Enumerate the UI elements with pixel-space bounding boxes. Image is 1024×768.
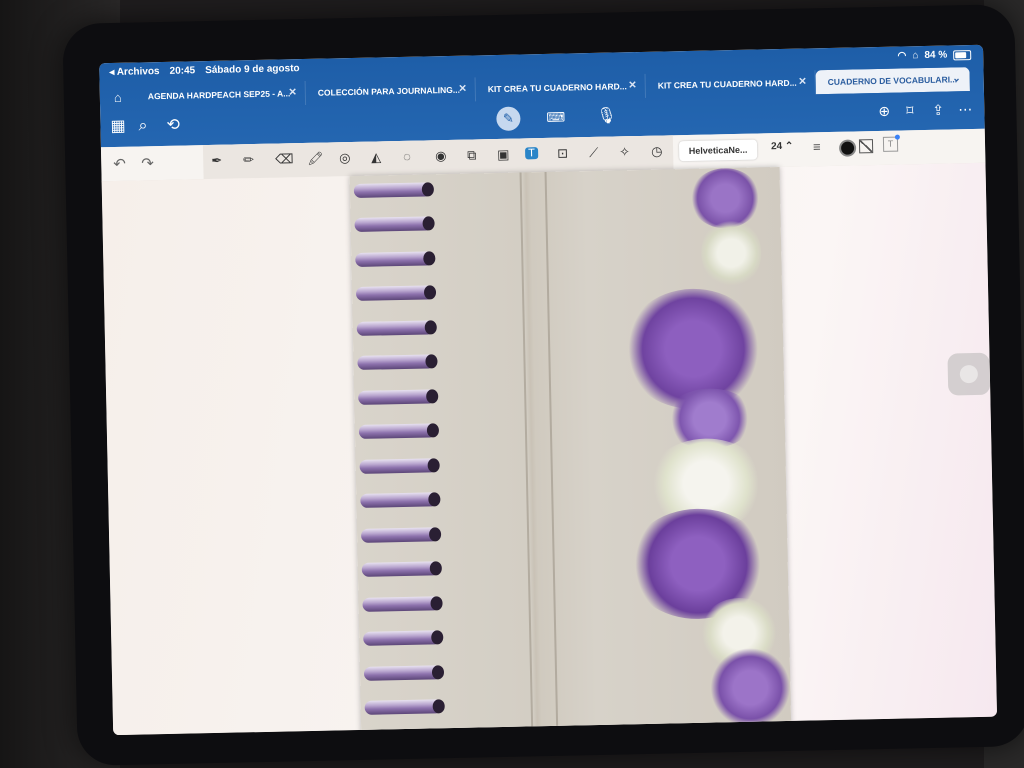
element-icon[interactable]: ◉ [435,148,447,164]
microphone-icon[interactable]: 🎙︎ [596,107,617,125]
shapes-fill-icon[interactable]: ◭ [371,149,381,165]
tab-label: KIT CREA TU CUADERNO HARD... [487,81,627,95]
tab-label: AGENDA HARDPEACH SEP25 - A... [147,88,291,102]
tablet-screen: ◂ Archivos 20:45 Sábado 9 de agosto ◠ ⌂ … [99,44,998,736]
eraser-icon[interactable]: ⌫ [275,151,294,167]
spiral-ring [358,389,437,405]
stepper-icon: ⌃ [784,140,794,152]
tab-label: COLECCIÓN PARA JOURNALING... [317,84,461,98]
no-fill-icon[interactable] [858,139,874,154]
spiral-ring [362,596,441,612]
color-swatch[interactable] [838,139,857,157]
share-icon[interactable]: ⇪ [932,101,944,119]
plank-seam [519,172,534,733]
undo-icon[interactable]: ↶ [113,155,126,173]
grid-icon[interactable]: ▦ [110,118,125,136]
battery-icon [953,49,972,60]
wifi-icon: ◠ [897,50,907,62]
tab-label: KIT CREA TU CUADERNO HARD... [657,77,797,91]
spiral-ring [353,182,433,198]
battery-percent: 84 % [924,49,948,62]
camera-icon[interactable]: ⊡ [557,145,568,161]
font-picker[interactable]: HelveticaNe... [678,139,758,162]
assistive-touch-button[interactable] [947,352,991,396]
document-tab[interactable]: KIT CREA TU CUADERNO HARD... ✕ [645,70,816,98]
spiral-ring [357,354,436,370]
lasso-select-icon[interactable]: ⟲ [166,117,180,135]
spiral-ring [354,216,433,232]
flower-decoration [620,167,792,730]
spiral-ring [361,561,440,577]
plank-seam [544,171,559,732]
text-tool-icon[interactable]: T [525,147,539,160]
highlighter-icon[interactable]: 🖍︎ [307,151,324,167]
lock-icon: ⌂ [912,50,919,62]
text-align-icon[interactable]: ≡ [813,139,821,154]
pen-mode-icon[interactable]: ✎ [496,106,521,131]
redo-icon[interactable]: ↷ [141,154,154,172]
spiral-ring [355,251,434,267]
font-size-stepper[interactable]: 24 ⌃ [771,141,794,152]
document-tab[interactable]: AGENDA HARDPEACH SEP25 - A... ✕ [135,80,307,109]
spiral-ring [363,665,443,681]
close-icon[interactable]: ✕ [288,87,297,98]
pencil-icon[interactable]: ✏ [243,152,254,168]
spiral-ring [356,320,435,336]
close-icon[interactable]: ✕ [798,76,807,87]
status-date: Sábado 9 de agosto [205,63,300,77]
spiral-binding [350,174,452,735]
bookmark-icon[interactable]: ⌑ [906,101,914,119]
clock-icon[interactable]: ◷ [651,144,663,160]
document-tab[interactable]: COLECCIÓN PARA JOURNALING... ✕ [305,77,477,105]
spiral-ring [363,630,442,646]
tablet-frame: ◂ Archivos 20:45 Sábado 9 de agosto ◠ ⌂ … [62,4,1024,766]
notebook-canvas[interactable] [101,162,998,736]
chevron-down-icon[interactable]: ⌄ [952,73,961,84]
spiral-ring [360,492,439,508]
text-style-icon[interactable]: T [882,136,899,152]
tab-label: CUADERNO DE VOCABULARI... [827,74,958,88]
search-icon[interactable]: ⌕ [138,117,147,135]
spiral-ring [358,423,438,439]
fountain-pen-icon[interactable]: ✒ [211,153,222,169]
spiral-ring [355,285,435,301]
spiral-ring [360,527,440,543]
close-icon[interactable]: ✕ [628,80,637,91]
sticker-icon[interactable]: ⧉ [467,147,477,163]
shapes-icon[interactable]: ◎ [339,150,351,166]
more-icon[interactable]: ⋯ [958,100,972,118]
lasso-icon[interactable]: ◌ [403,149,411,164]
document-tab[interactable]: KIT CREA TU CUADERNO HARD... ✕ [475,73,647,102]
ruler-icon[interactable]: ⟋ [589,145,598,161]
house-icon[interactable]: ⌂ [100,85,136,110]
laser-pointer-icon[interactable]: ✧ [619,144,630,160]
font-size-value: 24 [770,141,783,153]
image-icon[interactable]: ▣ [497,147,510,163]
spiral-ring [364,699,443,715]
status-time: 20:45 [169,65,196,77]
document-tab-active[interactable]: CUADERNO DE VOCABULARI... ⌄ [815,67,970,95]
keyboard-icon[interactable]: ⌨ [546,109,565,127]
spiral-ring [359,458,438,474]
new-page-icon[interactable]: ⊕ [878,102,890,120]
back-to-files-link[interactable]: ◂ Archivos [109,66,159,78]
close-icon[interactable]: ✕ [458,84,467,95]
notebook-page[interactable] [349,167,792,736]
